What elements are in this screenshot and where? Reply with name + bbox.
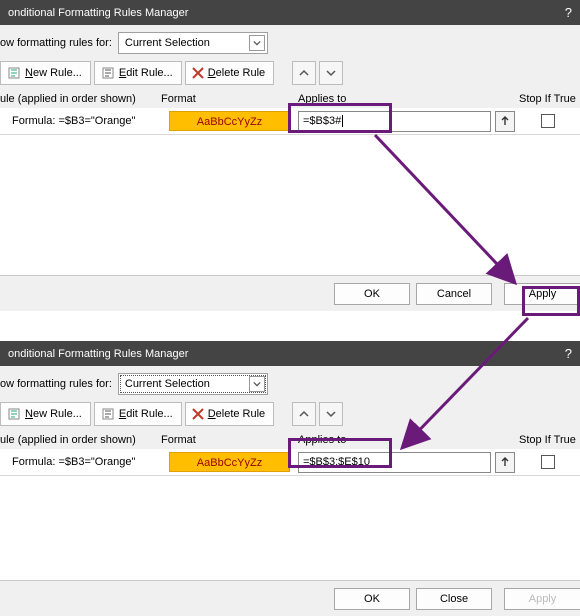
new-rule-button[interactable]: NNew Rule...ew Rule...: [0, 61, 91, 85]
stop-checkbox[interactable]: [541, 455, 555, 469]
show-rules-value: Current Selection: [125, 378, 210, 390]
header-format: Format: [161, 93, 298, 105]
rule-format: AaBbCcYyZz: [161, 452, 298, 472]
dialog2-titlebar: onditional Formatting Rules Manager ?: [0, 341, 580, 366]
dialog1-title: onditional Formatting Rules Manager: [8, 7, 188, 19]
applies-input[interactable]: =$B$3#: [298, 111, 491, 132]
edit-rule-button[interactable]: Edit Rule...: [94, 402, 182, 426]
delete-icon: [192, 67, 204, 79]
range-selector-button[interactable]: [495, 111, 515, 132]
column-headers: ule (applied in order shown) Format Appl…: [0, 91, 580, 108]
rule-row[interactable]: Formula: =$B3="Orange" AaBbCcYyZz =$B$3:…: [0, 449, 580, 475]
show-rules-row: ow formatting rules for: Current Selecti…: [0, 25, 580, 58]
toolbar: NNew Rule...ew Rule... Edit Rule... Dele…: [0, 58, 580, 91]
show-rules-row: ow formatting rules for: Current Selecti…: [0, 366, 580, 399]
show-rules-label: ow formatting rules for:: [0, 37, 112, 49]
show-rules-select[interactable]: Current Selection: [118, 373, 268, 395]
gap: [0, 311, 580, 341]
rule-row[interactable]: Formula: =$B3="Orange" AaBbCcYyZz =$B$3#: [0, 108, 580, 134]
dialog1-body: ow formatting rules for: Current Selecti…: [0, 25, 580, 311]
new-rule-icon: [7, 66, 21, 80]
column-headers: ule (applied in order shown) Format Appl…: [0, 432, 580, 449]
applies-input[interactable]: =$B$3:$E$10: [298, 452, 491, 473]
header-rule: ule (applied in order shown): [0, 93, 161, 105]
stop-checkbox[interactable]: [541, 114, 555, 128]
close-button[interactable]: Close: [416, 588, 492, 610]
apply-button[interactable]: Apply: [504, 283, 580, 305]
rules-empty-area: [0, 475, 580, 580]
toolbar: New Rule... Edit Rule... Delete Rule: [0, 399, 580, 432]
dialog2-title: onditional Formatting Rules Manager: [8, 348, 188, 360]
header-rule: ule (applied in order shown): [0, 434, 161, 446]
rule-format: AaBbCcYyZz: [161, 111, 298, 131]
edit-rule-icon: [101, 66, 115, 80]
show-rules-label: ow formatting rules for:: [0, 378, 112, 390]
button-bar: OK Cancel Apply: [0, 275, 580, 311]
rules-empty-area: [0, 134, 580, 275]
cancel-button[interactable]: Cancel: [416, 283, 492, 305]
text-cursor: [342, 115, 343, 127]
format-sample: AaBbCcYyZz: [169, 111, 290, 131]
new-rule-icon: [7, 407, 21, 421]
new-rule-button[interactable]: New Rule...: [0, 402, 91, 426]
move-down-button[interactable]: [319, 402, 343, 426]
ok-button[interactable]: OK: [334, 283, 410, 305]
header-stop: Stop If True: [515, 434, 580, 446]
help-icon[interactable]: ?: [565, 346, 572, 361]
header-applies: Applies to: [298, 434, 515, 446]
format-sample: AaBbCcYyZz: [169, 452, 290, 472]
edit-rule-icon: [101, 407, 115, 421]
stop-cell: [515, 455, 580, 469]
chevron-down-icon: [249, 35, 265, 51]
delete-rule-button[interactable]: Delete Rule: [185, 61, 275, 85]
header-applies: Applies to: [298, 93, 515, 105]
stop-cell: [515, 114, 580, 128]
applies-value: =$B$3:$E$10: [303, 456, 370, 468]
applies-value: =$B$3#: [303, 115, 341, 127]
apply-button: Apply: [504, 588, 580, 610]
dialog2-body: ow formatting rules for: Current Selecti…: [0, 366, 580, 616]
rule-text: Formula: =$B3="Orange": [0, 456, 161, 468]
ok-button[interactable]: OK: [334, 588, 410, 610]
chevron-down-icon: [249, 376, 265, 392]
header-format: Format: [161, 434, 298, 446]
applies-cell: =$B$3:$E$10: [298, 452, 515, 473]
show-rules-value: Current Selection: [125, 37, 210, 49]
dialog1-titlebar: onditional Formatting Rules Manager ?: [0, 0, 580, 25]
range-selector-button[interactable]: [495, 452, 515, 473]
move-up-button[interactable]: [292, 402, 316, 426]
edit-rule-button[interactable]: Edit Rule...: [94, 61, 182, 85]
delete-icon: [192, 408, 204, 420]
header-stop: Stop If True: [515, 93, 580, 105]
applies-cell: =$B$3#: [298, 111, 515, 132]
move-up-button[interactable]: [292, 61, 316, 85]
help-icon[interactable]: ?: [565, 5, 572, 20]
move-down-button[interactable]: [319, 61, 343, 85]
delete-rule-button[interactable]: Delete Rule: [185, 402, 275, 426]
show-rules-select[interactable]: Current Selection: [118, 32, 268, 54]
rule-text: Formula: =$B3="Orange": [0, 115, 161, 127]
